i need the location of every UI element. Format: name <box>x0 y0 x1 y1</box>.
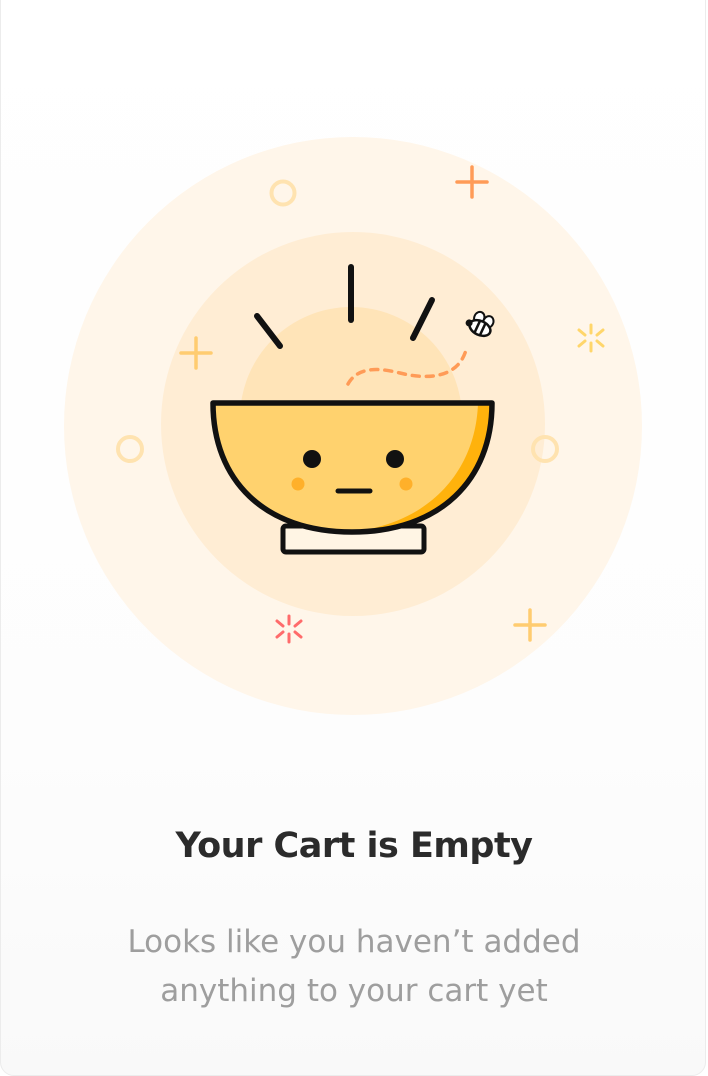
empty-cart-message: Looks like you haven’t added anything to… <box>0 918 708 1016</box>
left-cheek <box>291 477 305 491</box>
right-cheek <box>399 477 413 491</box>
empty-cart-message-line-2: anything to your cart yet <box>160 973 548 1009</box>
empty-cart-message-line-1: Looks like you haven’t added <box>127 924 581 960</box>
empty-cart-title: Your Cart is Empty <box>175 826 533 866</box>
right-eye <box>386 450 404 468</box>
empty-cart-illustration <box>64 137 642 715</box>
left-eye <box>303 450 321 468</box>
